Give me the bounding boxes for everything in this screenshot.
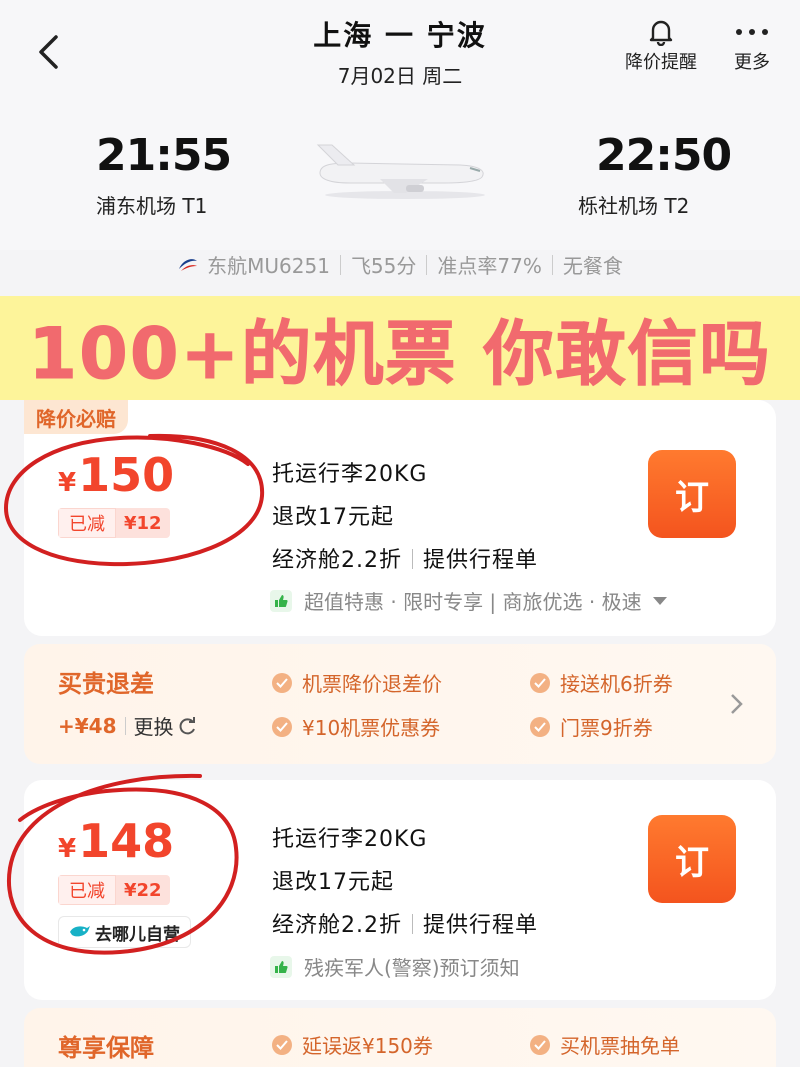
flight-duration: 飞55分 — [350, 254, 417, 278]
benefit-item: 延误返¥150券 — [272, 1030, 433, 1059]
baggage-info: 托运行李20KG — [272, 827, 428, 852]
discount-label: 已减 — [58, 875, 116, 905]
refresh-icon — [179, 716, 195, 734]
seller-name: 去哪儿自营 — [95, 924, 180, 945]
cabin-info: 经济舱2.2折 提供行程单 — [272, 542, 538, 574]
benefit-item-label: 延误返¥150券 — [302, 1034, 433, 1058]
book-button[interactable]: 订 — [648, 450, 736, 538]
thumbs-up-icon — [270, 955, 292, 978]
benefit-title: 尊享保障 — [58, 1034, 154, 1062]
benefit-item-label: 机票降价退差价 — [302, 672, 442, 696]
itinerary-info: 提供行程单 — [423, 913, 539, 938]
discount-badge: 已减 ¥22 — [58, 875, 170, 905]
on-time-rate: 准点率77% — [437, 254, 542, 278]
caret-down-icon — [652, 596, 667, 605]
arrive-airport: 栎社机场 T2 — [578, 194, 690, 218]
benefit-item: 接送机6折券 — [530, 668, 673, 697]
depart-airport: 浦东机场 T1 — [96, 194, 208, 218]
meal-info: 无餐食 — [562, 254, 623, 278]
refund-info: 退改17元起 — [272, 870, 394, 895]
discount-value: ¥22 — [116, 875, 170, 905]
cabin-class: 经济舱2.2折 — [272, 548, 402, 573]
cabin-info: 经济舱2.2折 提供行程单 — [272, 907, 538, 939]
benefit-item: 门票9折券 — [530, 712, 653, 741]
check-icon — [530, 672, 550, 693]
divider — [551, 254, 553, 275]
cabin-class: 经济舱2.2折 — [272, 913, 402, 938]
discount-label: 已减 — [58, 508, 116, 538]
china-eastern-logo-icon — [179, 258, 198, 271]
feature-tags[interactable]: 超值特惠 · 限时专享 | 商旅优选 · 极速 — [270, 586, 668, 615]
benefit-item: ¥10机票优惠券 — [272, 712, 440, 741]
price-value: 150 — [78, 448, 175, 502]
feature-tags[interactable]: 残疾军人(警察)预订须知 — [270, 952, 520, 981]
more-dots-icon — [736, 29, 768, 35]
offer-price: ¥150 — [58, 448, 174, 502]
currency-symbol: ¥ — [58, 468, 77, 498]
itinerary-info: 提供行程单 — [423, 548, 539, 573]
offer-price: ¥148 — [58, 814, 174, 868]
benefit-item-label: 接送机6折券 — [560, 672, 673, 696]
price-alert-label: 降价提醒 — [625, 52, 697, 73]
check-icon — [272, 672, 292, 693]
price-value: 148 — [78, 814, 175, 868]
divider — [412, 914, 413, 934]
change-row[interactable]: +¥48 更换 — [58, 711, 198, 740]
divider — [124, 716, 126, 735]
flight-info: 东航MU6251 飞55分 准点率77% 无餐食 — [0, 250, 800, 279]
divider — [339, 254, 341, 275]
benefit-item-label: ¥10机票优惠券 — [302, 716, 441, 740]
baggage-info: 托运行李20KG — [272, 462, 428, 487]
bell-icon — [649, 20, 673, 46]
seller-badge: 去哪儿自营 — [58, 916, 191, 948]
divider — [412, 549, 413, 569]
check-icon — [272, 716, 292, 737]
airplane-icon — [316, 144, 485, 199]
currency-symbol: ¥ — [58, 834, 77, 864]
check-icon — [272, 1034, 292, 1055]
benefit-extra-price: +¥48 — [58, 713, 117, 738]
banner-text: 100+的机票 你敢信吗 — [28, 312, 772, 395]
check-icon — [530, 1034, 550, 1055]
qunar-logo-icon — [70, 926, 90, 937]
check-icon — [530, 716, 550, 737]
discount-badge: 已减 ¥12 — [58, 508, 170, 538]
airline-flight-number: 东航MU6251 — [207, 254, 330, 278]
promo-banner: 100+的机票 你敢信吗 — [0, 296, 800, 400]
benefit-panel[interactable] — [24, 644, 776, 764]
feature-text: 残疾军人(警察)预订须知 — [304, 956, 520, 980]
change-label: 更换 — [133, 715, 174, 739]
chevron-right-icon[interactable] — [730, 693, 744, 715]
price-alert-button[interactable]: 降价提醒 — [614, 16, 708, 74]
thumbs-up-icon — [270, 589, 292, 612]
price-guarantee-tag: 降价必赔 — [24, 400, 128, 434]
divider — [426, 254, 428, 275]
refund-info: 退改17元起 — [272, 505, 394, 530]
benefit-title: 买贵退差 — [58, 670, 154, 698]
benefit-item-label: 买机票抽免单 — [560, 1034, 680, 1058]
book-button[interactable]: 订 — [648, 815, 736, 903]
depart-time: 21:55 — [96, 130, 232, 181]
feature-text: 超值特惠 · 限时专享 | 商旅优选 · 极速 — [304, 590, 642, 614]
more-label: 更多 — [734, 52, 770, 73]
more-button[interactable]: 更多 — [724, 16, 780, 74]
benefit-item-label: 门票9折券 — [560, 716, 653, 740]
discount-value: ¥12 — [116, 508, 170, 538]
benefit-item: 买机票抽免单 — [530, 1030, 680, 1059]
benefit-item: 机票降价退差价 — [272, 668, 442, 697]
arrive-time: 22:50 — [596, 130, 732, 181]
